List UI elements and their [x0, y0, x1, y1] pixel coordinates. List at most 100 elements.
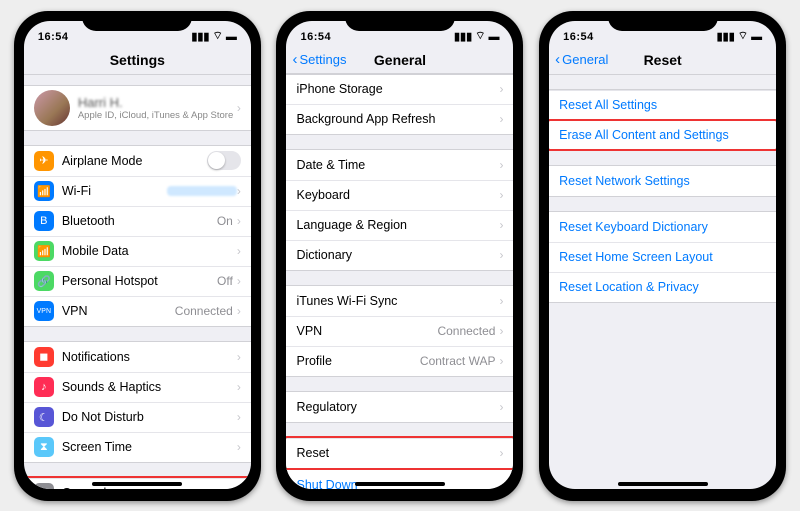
back-button[interactable]: ‹General	[555, 45, 608, 75]
settings-row-iphone-storage[interactable]: iPhone Storage›	[286, 74, 513, 104]
row-label: Do Not Disturb	[62, 410, 237, 424]
settings-row-mobile-data[interactable]: 📶Mobile Data›	[24, 236, 251, 266]
row-label: Background App Refresh	[296, 112, 499, 126]
wifi-icon: ⌔	[738, 29, 748, 43]
signal-icon: ▮▮▮	[717, 30, 735, 43]
row-label: Date & Time	[296, 158, 499, 172]
back-button[interactable]: ‹Settings	[292, 45, 346, 75]
chevron-left-icon: ‹	[555, 45, 560, 75]
row-icon: ⚙	[34, 483, 54, 489]
row-icon: ✈	[34, 151, 54, 171]
row-icon: 📶	[34, 181, 54, 201]
clock: 16:54	[300, 31, 331, 43]
settings-row-vpn[interactable]: VPNConnected ›	[286, 316, 513, 346]
settings-row-airplane-mode[interactable]: ✈ Airplane Mode	[24, 146, 251, 176]
settings-row-language-region[interactable]: Language & Region›	[286, 210, 513, 240]
chevron-right-icon: ›	[237, 380, 241, 394]
home-indicator[interactable]	[92, 482, 182, 486]
settings-row-itunes-wi-fi-sync[interactable]: iTunes Wi-Fi Sync›	[286, 286, 513, 316]
row-label: Airplane Mode	[62, 154, 207, 168]
settings-row-notifications[interactable]: ◼ Notifications›	[24, 342, 251, 372]
clock: 16:54	[563, 31, 594, 43]
settings-row-reset-network-settings[interactable]: Reset Network Settings	[549, 166, 776, 196]
settings-row-reset-all-settings[interactable]: Reset All Settings	[549, 90, 776, 120]
settings-row-reset-home-screen-layout[interactable]: Reset Home Screen Layout	[549, 242, 776, 272]
chevron-right-icon: ›	[237, 304, 241, 318]
chevron-right-icon: ›	[237, 244, 241, 258]
chevron-left-icon: ‹	[292, 45, 297, 75]
settings-row-screen-time[interactable]: ⧗ Screen Time›	[24, 432, 251, 462]
settings-row-erase-all-content-and-settings[interactable]: Erase All Content and Settings	[549, 120, 776, 150]
row-icon: ⧗	[34, 437, 54, 457]
chevron-right-icon: ›	[499, 248, 503, 262]
row-label: VPN	[62, 304, 175, 318]
chevron-right-icon: ›	[237, 101, 241, 115]
chevron-right-icon: ›	[237, 184, 241, 198]
row-icon: VPN	[34, 301, 54, 321]
settings-row-wi-fi[interactable]: 📶Wi-Fi›	[24, 176, 251, 206]
iphone-reset: 16:54 ▮▮▮⌔▬ ‹General Reset Reset All Set…	[539, 11, 786, 501]
settings-row-dictionary[interactable]: Dictionary›	[286, 240, 513, 270]
nav-header: ‹General Reset	[549, 45, 776, 75]
chevron-right-icon: ›	[499, 188, 503, 202]
row-icon: ♪	[34, 377, 54, 397]
settings-row-background-app-refresh[interactable]: Background App Refresh›	[286, 104, 513, 134]
chevron-right-icon: ›	[237, 410, 241, 424]
settings-row-date-time[interactable]: Date & Time›	[286, 150, 513, 180]
chevron-right-icon: ›	[237, 350, 241, 364]
battery-icon: ▬	[226, 31, 237, 43]
apple-id-row[interactable]: Harri H. Apple ID, iCloud, iTunes & App …	[24, 86, 251, 130]
settings-row-reset-keyboard-dictionary[interactable]: Reset Keyboard Dictionary	[549, 212, 776, 242]
settings-row-vpn[interactable]: VPNVPNConnected›	[24, 296, 251, 326]
iphone-settings: 16:54 ▮▮▮⌔▬ Settings Harri H. Apple ID, …	[14, 11, 261, 501]
nav-header: ‹Settings General	[286, 45, 513, 75]
signal-icon: ▮▮▮	[191, 30, 209, 43]
row-label: VPN	[296, 324, 437, 338]
settings-row-shut-down[interactable]: Shut Down	[286, 470, 513, 489]
status-icons: ▮▮▮⌔ ▬	[191, 29, 237, 43]
settings-row-sounds-haptics[interactable]: ♪Sounds & Haptics›	[24, 372, 251, 402]
settings-row-personal-hotspot[interactable]: 🔗Personal HotspotOff›	[24, 266, 251, 296]
row-label: Notifications	[62, 350, 237, 364]
home-indicator[interactable]	[618, 482, 708, 486]
row-label: Regulatory	[296, 400, 499, 414]
home-indicator[interactable]	[355, 482, 445, 486]
row-label: Keyboard	[296, 188, 499, 202]
chevron-right-icon: ›	[499, 158, 503, 172]
settings-row-bluetooth[interactable]: BBluetoothOn›	[24, 206, 251, 236]
settings-row-reset[interactable]: Reset›	[286, 438, 513, 468]
settings-row-reset-location-privacy[interactable]: Reset Location & Privacy	[549, 272, 776, 302]
row-label: Reset All Settings	[559, 98, 766, 112]
row-label: Screen Time	[62, 440, 237, 454]
toggle[interactable]	[207, 151, 241, 170]
settings-row-profile[interactable]: ProfileContract WAP›	[286, 346, 513, 376]
wifi-name-obscured	[167, 186, 237, 196]
row-icon: ◼	[34, 347, 54, 367]
iphone-general: 16:54 ▮▮▮⌔▬ ‹Settings General iPhone Sto…	[276, 11, 523, 501]
wifi-icon: ⌔	[212, 29, 222, 43]
chevron-right-icon: ›	[499, 82, 503, 96]
settings-row-keyboard[interactable]: Keyboard›	[286, 180, 513, 210]
notch	[82, 11, 192, 31]
nav-title: General	[374, 52, 426, 68]
row-value: Off	[217, 274, 233, 288]
row-label: General	[62, 486, 237, 489]
nav-title: Settings	[24, 45, 251, 75]
row-value: On	[217, 214, 233, 228]
chevron-right-icon: ›	[499, 324, 503, 338]
chevron-right-icon: ›	[499, 400, 503, 414]
row-value: Connected	[175, 304, 233, 318]
row-label: Reset Network Settings	[559, 174, 766, 188]
row-label: Bluetooth	[62, 214, 217, 228]
notch	[345, 11, 455, 31]
chevron-right-icon: ›	[237, 274, 241, 288]
chevron-right-icon: ›	[237, 440, 241, 454]
row-label: Language & Region	[296, 218, 499, 232]
settings-row-do-not-disturb[interactable]: ☾Do Not Disturb›	[24, 402, 251, 432]
row-value: Connected	[437, 324, 495, 338]
row-label: iPhone Storage	[296, 82, 499, 96]
settings-row-regulatory[interactable]: Regulatory›	[286, 392, 513, 422]
row-label: Personal Hotspot	[62, 274, 217, 288]
row-label: Dictionary	[296, 248, 499, 262]
chevron-right-icon: ›	[499, 294, 503, 308]
